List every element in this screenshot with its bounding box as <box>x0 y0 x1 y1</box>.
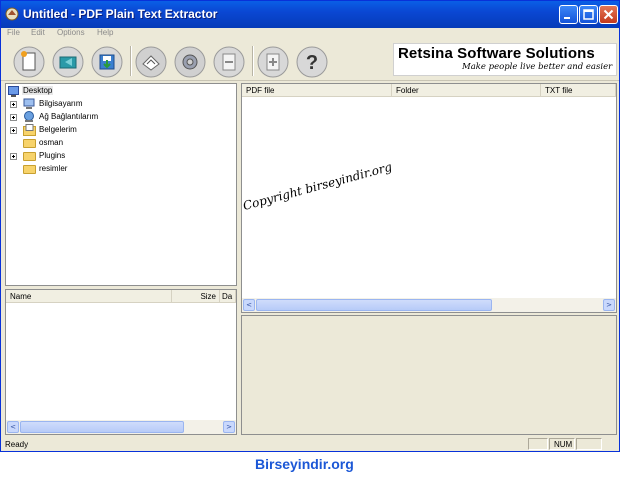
menu-edit[interactable]: Edit <box>31 28 45 37</box>
save-icon[interactable] <box>91 46 123 78</box>
menu-file[interactable]: File <box>7 28 20 37</box>
tree-label: Ağ Bağlantılarım <box>39 112 99 121</box>
column-header-name[interactable]: Name <box>6 290 172 303</box>
tree-label: Plugins <box>39 151 66 160</box>
new-document-icon[interactable] <box>13 46 45 78</box>
scroll-left-arrow[interactable]: < <box>243 299 255 311</box>
maximize-icon <box>583 9 594 20</box>
scroll-right-arrow[interactable]: > <box>603 299 615 311</box>
status-text: Ready <box>5 440 29 449</box>
remove-icon[interactable] <box>213 46 245 78</box>
vendor-banner: Retsina Software Solutions Make people l… <box>393 43 617 76</box>
banner-subtitle: Make people live better and easier <box>462 62 613 72</box>
num-lock-indicator: NUM <box>549 438 575 450</box>
file-list[interactable]: Name Size Da < > <box>5 289 237 435</box>
settings-gear-icon[interactable] <box>174 46 206 78</box>
window-title: Untitled - PDF Plain Text Extractor <box>23 7 218 21</box>
close-button[interactable] <box>599 5 618 24</box>
expand-icon[interactable] <box>10 153 17 160</box>
folder-icon <box>23 152 36 161</box>
maximize-button[interactable] <box>579 5 598 24</box>
status-cell <box>576 438 602 450</box>
add-icon[interactable] <box>257 46 289 78</box>
scroll-left-arrow[interactable]: < <box>7 421 19 433</box>
folder-icon <box>23 165 36 174</box>
banner-title: Retsina Software Solutions <box>398 45 595 62</box>
app-icon <box>5 7 19 21</box>
desktop-icon <box>8 86 19 97</box>
horizontal-scrollbar[interactable]: < > <box>242 298 616 312</box>
menu-options[interactable]: Options <box>57 28 85 37</box>
column-header-pdf-file[interactable]: PDF file <box>242 84 392 97</box>
toolbar-separator <box>252 46 253 76</box>
status-bar: Ready NUM <box>1 437 619 451</box>
tree-label: Belgelerim <box>39 125 77 134</box>
title-bar[interactable]: Untitled - PDF Plain Text Extractor <box>1 1 619 28</box>
minimize-button[interactable] <box>559 5 578 24</box>
toolbar-separator <box>130 46 131 76</box>
extract-icon[interactable] <box>135 46 167 78</box>
close-icon <box>603 9 614 20</box>
expand-icon[interactable] <box>10 101 17 108</box>
scroll-thumb[interactable] <box>20 421 184 433</box>
scroll-right-arrow[interactable]: > <box>223 421 235 433</box>
folder-icon <box>23 139 36 148</box>
svg-text:?: ? <box>306 52 318 74</box>
column-header-date[interactable]: Da <box>220 290 236 303</box>
column-header-size[interactable]: Size <box>172 290 220 303</box>
site-watermark: Birseyindir.org <box>255 456 354 472</box>
computer-icon <box>23 98 35 109</box>
tree-label: Bilgisayarım <box>39 99 83 108</box>
folder-tree[interactable]: Desktop Bilgisayarım Ağ Bağlantılarım Be… <box>5 83 237 286</box>
column-header-folder[interactable]: Folder <box>392 84 541 97</box>
network-icon <box>24 111 34 122</box>
tree-label: resimler <box>39 164 68 173</box>
menu-help[interactable]: Help <box>97 28 113 37</box>
open-folder-icon[interactable] <box>52 46 84 78</box>
tree-label: osman <box>39 138 64 147</box>
status-cell <box>528 438 548 450</box>
expand-icon[interactable] <box>10 114 17 121</box>
minimize-icon <box>564 17 570 19</box>
column-header-txt-file[interactable]: TXT file <box>541 84 616 97</box>
help-icon[interactable]: ? <box>296 46 328 78</box>
expand-icon[interactable] <box>10 127 17 134</box>
documents-icon <box>23 124 36 136</box>
scroll-thumb[interactable] <box>256 299 492 311</box>
tree-label: Desktop <box>22 86 54 95</box>
preview-panel <box>241 315 617 435</box>
app-window: Untitled - PDF Plain Text Extractor File… <box>0 0 620 452</box>
horizontal-scrollbar[interactable]: < > <box>6 420 236 434</box>
menu-bar: File Edit Options Help <box>1 28 619 40</box>
